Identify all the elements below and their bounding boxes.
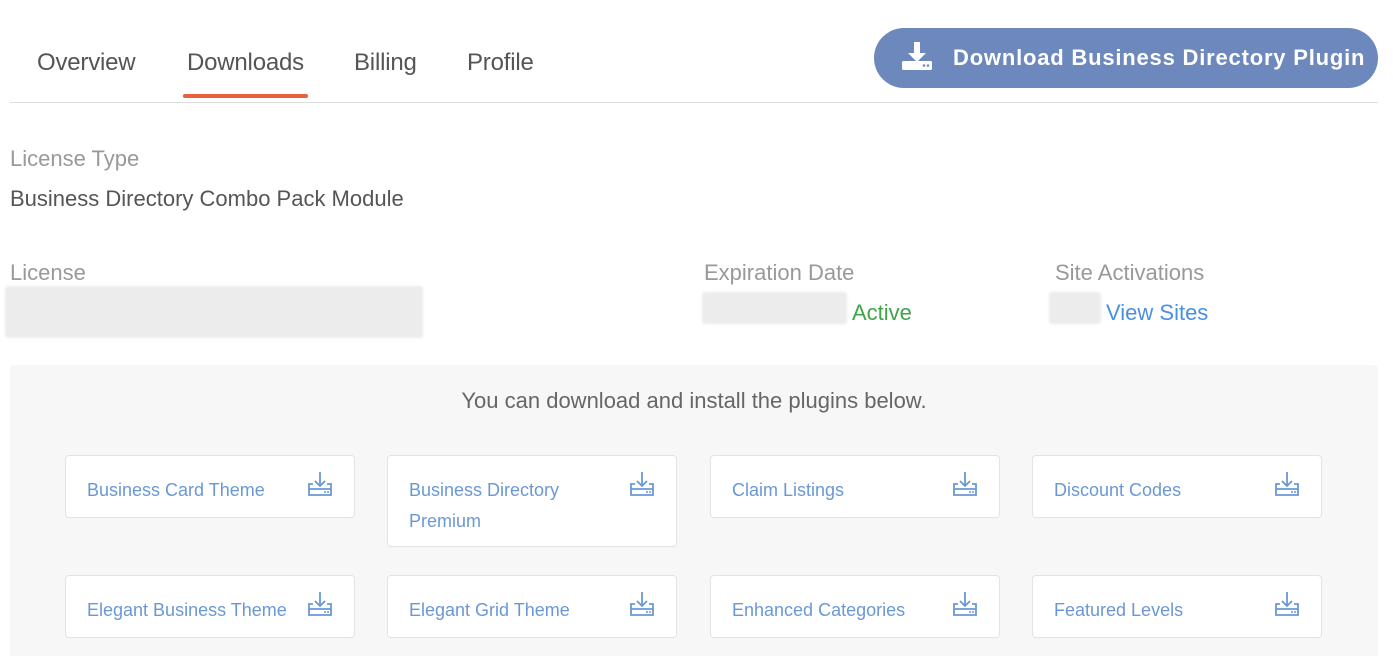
tab-profile[interactable]: Profile — [467, 49, 534, 77]
plugin-card[interactable]: Elegant Grid Theme — [387, 575, 677, 638]
tab-overview[interactable]: Overview — [37, 49, 136, 77]
download-plugin-label: Download Business Directory Plugin — [953, 45, 1366, 70]
download-icon[interactable] — [306, 470, 334, 498]
plugin-name: Discount Codes — [1054, 480, 1182, 500]
plugin-name: Business Card Theme — [87, 480, 265, 500]
expiration-date-redacted — [702, 292, 847, 324]
download-icon[interactable] — [306, 590, 334, 618]
plugin-card[interactable]: Enhanced Categories — [710, 575, 1000, 638]
plugin-name: Business Directory Premium — [409, 480, 560, 531]
download-icon[interactable] — [1273, 470, 1301, 498]
license-type-label: License Type — [10, 146, 140, 171]
plugin-name: Elegant Grid Theme — [409, 600, 570, 620]
tab-billing[interactable]: Billing — [354, 49, 417, 77]
account-page: Overview Downloads Billing Profile Downl… — [0, 0, 1393, 656]
plugin-card[interactable]: Featured Levels — [1032, 575, 1322, 638]
plugin-name: Elegant Business Theme — [87, 600, 287, 620]
expiration-label: Expiration Date — [704, 260, 855, 285]
download-icon[interactable] — [628, 590, 656, 618]
plugin-name: Featured Levels — [1054, 600, 1184, 620]
plugin-card[interactable]: Elegant Business Theme — [65, 575, 355, 638]
tab-downloads[interactable]: Downloads — [183, 49, 308, 98]
status-badge: Active — [852, 300, 912, 325]
download-icon[interactable] — [951, 590, 979, 618]
plugin-card[interactable]: Business Directory Premium — [387, 455, 677, 547]
download-icon[interactable] — [1273, 590, 1301, 618]
license-key-redacted — [5, 286, 423, 338]
plugin-name: Enhanced Categories — [732, 600, 906, 620]
plugin-name: Claim Listings — [732, 480, 845, 500]
license-label: License — [10, 260, 86, 285]
download-icon[interactable] — [951, 470, 979, 498]
license-type-value: Business Directory Combo Pack Module — [10, 186, 404, 211]
plugin-card[interactable]: Discount Codes — [1032, 455, 1322, 518]
plugin-card[interactable]: Business Card Theme — [65, 455, 355, 518]
site-activations-label: Site Activations — [1055, 260, 1205, 285]
download-plugin-button[interactable]: Download Business Directory Plugin — [874, 28, 1378, 88]
download-icon — [902, 42, 932, 70]
plugin-card[interactable]: Claim Listings — [710, 455, 1000, 518]
site-count-redacted — [1049, 292, 1101, 324]
view-sites-link[interactable]: View Sites — [1106, 300, 1208, 326]
panel-intro-text: You can download and install the plugins… — [461, 388, 927, 413]
download-icon[interactable] — [628, 470, 656, 498]
